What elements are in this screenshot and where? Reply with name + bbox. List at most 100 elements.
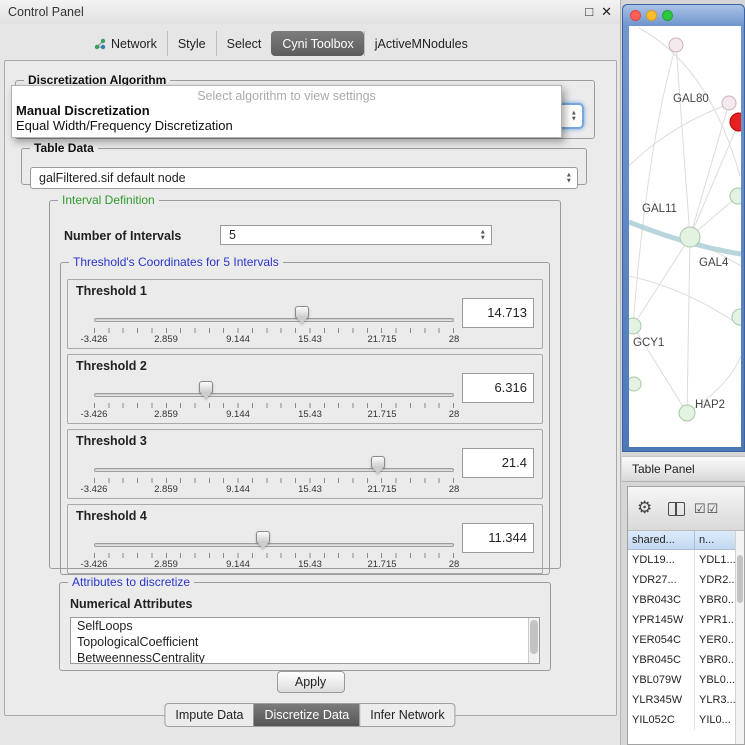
network-node[interactable] — [730, 188, 741, 204]
network-node[interactable] — [669, 38, 683, 52]
network-node[interactable] — [679, 405, 695, 421]
combo-arrows-icon[interactable]: ▲▼ — [566, 173, 572, 184]
attributes-listbox[interactable]: SelfLoopsTopologicalCoefficientBetweenne… — [70, 617, 540, 664]
columns-icon[interactable] — [668, 502, 685, 516]
list-item[interactable]: BetweennessCentrality — [71, 650, 539, 664]
checkbox-icons[interactable]: ☑☑ — [694, 501, 719, 517]
network-graph: GAL80GAL11GAL4GCY1HAP2 — [629, 26, 741, 447]
cyni-toolbox-panel: Discretization Algorithm ▲▼ Select algor… — [4, 60, 617, 716]
combo-arrows-icon[interactable]: ▲▼ — [571, 111, 577, 122]
zoom-traffic-light-icon[interactable] — [662, 10, 673, 21]
screen: Control Panel □✕ NetworkStyleSelectCyni … — [0, 0, 745, 745]
scrollbar-thumb[interactable] — [530, 620, 538, 654]
table-row[interactable]: YBR043C YBR0... — [628, 590, 735, 610]
table-row[interactable]: YPR145W YPR1... — [628, 610, 735, 630]
table-cell[interactable]: YDR27... — [628, 570, 695, 590]
table-cell[interactable]: YIL0... — [695, 710, 735, 730]
table-row[interactable]: YER054C YER0... — [628, 630, 735, 650]
table-cell[interactable]: YBR0... — [695, 650, 735, 670]
tab-select[interactable]: Select — [216, 31, 272, 56]
close-icon[interactable]: ✕ — [601, 4, 612, 19]
table-scrollbar[interactable] — [735, 531, 744, 744]
network-node[interactable] — [722, 96, 736, 110]
threshold-slider[interactable]: -3.4262.8599.14415.4321.71528 — [94, 527, 454, 573]
table-cell[interactable]: YBR043C — [628, 590, 695, 610]
thresholds-group: Threshold's Coordinates for 5 Intervals … — [60, 255, 550, 575]
network-node[interactable] — [629, 377, 641, 391]
network-node-selected[interactable] — [730, 113, 741, 131]
minimize-traffic-light-icon[interactable] — [646, 10, 657, 21]
list-item[interactable]: TopologicalCoefficient — [71, 634, 539, 650]
network-node[interactable] — [732, 309, 741, 325]
dropdown-option-equal-width-frequency-discretization[interactable]: Equal Width/Frequency Discretization — [12, 118, 561, 133]
slider-tick-label: 28 — [449, 334, 460, 345]
table-row[interactable]: YBL079W YBL0... — [628, 670, 735, 690]
scrollbar-thumb[interactable] — [737, 555, 743, 603]
tab-infer-network[interactable]: Infer Network — [359, 704, 454, 726]
table-cell[interactable]: YDL19... — [628, 550, 695, 570]
num-intervals-spinner[interactable]: 5 ▲▼ — [220, 225, 492, 245]
table-data-combobox[interactable]: galFiltered.sif default node ▲▼ — [30, 167, 578, 189]
threshold-label: Threshold 2 — [76, 359, 147, 373]
table-cell[interactable]: YPR1... — [695, 610, 735, 630]
table-panel-title: Table Panel — [632, 462, 695, 476]
threshold-box: Threshold 3 -3.4262.8599.14415.4321.7152… — [67, 429, 543, 499]
table-row[interactable]: YIL052C YIL0... — [628, 710, 735, 730]
table-cell[interactable]: YBR045C — [628, 650, 695, 670]
network-node[interactable] — [680, 227, 700, 247]
network-node[interactable] — [629, 318, 641, 334]
list-scrollbar[interactable] — [528, 618, 539, 663]
network-window-titlebar[interactable] — [623, 5, 744, 26]
dropdown-option-manual-discretization[interactable]: Manual Discretization — [12, 103, 561, 118]
table-cell[interactable]: YLR345W — [628, 690, 695, 710]
slider-tick-labels: -3.4262.8599.14415.4321.71528 — [94, 302, 454, 348]
gear-icon[interactable]: ⚙ — [637, 498, 652, 518]
threshold-slider[interactable]: -3.4262.8599.14415.4321.71528 — [94, 452, 454, 498]
threshold-value-field[interactable]: 11.344 — [462, 523, 534, 553]
threshold-box: Threshold 2 -3.4262.8599.14415.4321.7152… — [67, 354, 543, 424]
table-cell[interactable]: YER0... — [695, 630, 735, 650]
spinner-arrows-icon[interactable]: ▲▼ — [480, 230, 486, 241]
tab-style[interactable]: Style — [167, 31, 216, 56]
tab-label: Discretize Data — [265, 708, 350, 722]
table-cell[interactable]: YBL0... — [695, 670, 735, 690]
restore-icon[interactable]: □ — [585, 4, 593, 19]
tab-network[interactable]: Network — [84, 31, 167, 56]
table-cell[interactable]: YLR3... — [695, 690, 735, 710]
table-row[interactable]: YLR345W YLR3... — [628, 690, 735, 710]
apply-button[interactable]: Apply — [277, 671, 345, 693]
column-header[interactable]: shared... — [628, 531, 695, 549]
table-row[interactable]: YDL19... YDL1... — [628, 550, 735, 570]
network-canvas[interactable]: GAL80GAL11GAL4GCY1HAP2 — [629, 26, 741, 447]
table-cell[interactable]: YPR145W — [628, 610, 695, 630]
table-cell[interactable]: YER054C — [628, 630, 695, 650]
threshold-value-field[interactable]: 14.713 — [462, 298, 534, 328]
numerical-attributes-label: Numerical Attributes — [70, 597, 192, 611]
table-row[interactable]: YDR27... YDR2... — [628, 570, 735, 590]
table-row[interactable]: YBR045C YBR0... — [628, 650, 735, 670]
tab-discretize-data[interactable]: Discretize Data — [254, 704, 360, 726]
window-buttons: □✕ — [577, 4, 612, 20]
table-cell[interactable]: YBL079W — [628, 670, 695, 690]
table-panel-header: Table Panel — [622, 456, 745, 482]
control-panel-titlebar: Control Panel □✕ — [0, 0, 620, 24]
table-cell[interactable]: YDR2... — [695, 570, 735, 590]
threshold-slider[interactable]: -3.4262.8599.14415.4321.71528 — [94, 377, 454, 423]
tab-jactivemnodules[interactable]: jActiveMNodules — [364, 31, 478, 56]
table-cell[interactable]: YBR0... — [695, 590, 735, 610]
threshold-value-field[interactable]: 21.4 — [462, 448, 534, 478]
group-label: Attributes to discretize — [68, 575, 194, 589]
threshold-slider[interactable]: -3.4262.8599.14415.4321.71528 — [94, 302, 454, 348]
tab-cyni-toolbox[interactable]: Cyni Toolbox — [271, 31, 363, 56]
dropdown-hint: Select algorithm to view settings — [12, 86, 561, 103]
table-cell[interactable]: YIL052C — [628, 710, 695, 730]
tab-impute-data[interactable]: Impute Data — [165, 704, 253, 726]
close-traffic-light-icon[interactable] — [630, 10, 641, 21]
list-item[interactable]: SelfLoops — [71, 618, 539, 634]
network-node-label: GAL80 — [673, 93, 709, 105]
threshold-value-field[interactable]: 6.316 — [462, 373, 534, 403]
control-panel-window: Control Panel □✕ NetworkStyleSelectCyni … — [0, 0, 621, 745]
slider-tick-label: 9.144 — [226, 559, 250, 570]
table-cell[interactable]: YDL1... — [695, 550, 735, 570]
tab-label: Impute Data — [175, 708, 243, 722]
